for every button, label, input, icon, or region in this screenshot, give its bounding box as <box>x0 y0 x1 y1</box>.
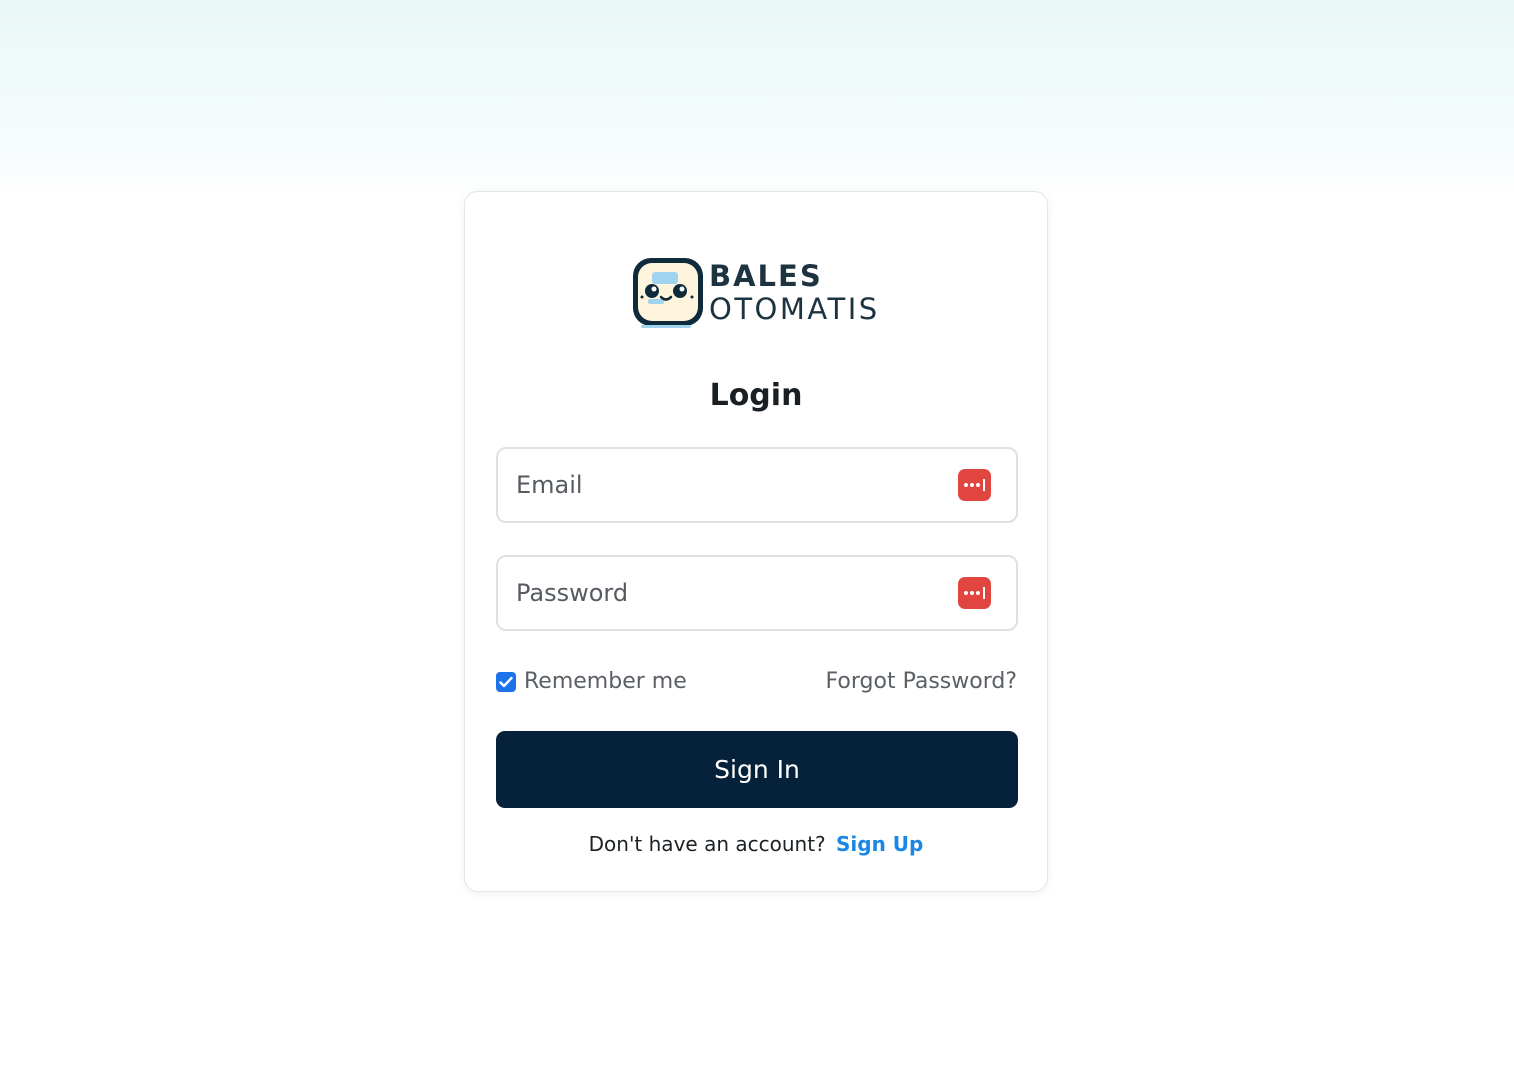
email-input[interactable] <box>498 449 956 521</box>
password-manager-icon[interactable] <box>958 469 991 501</box>
email-field[interactable] <box>496 447 1018 523</box>
remember-me-label: Remember me <box>524 669 687 694</box>
password-field[interactable] <box>496 555 1018 631</box>
brand-logo: BALES OTOMATIS <box>630 255 880 331</box>
forgot-password-link[interactable]: Forgot Password? <box>826 669 1017 694</box>
page: BALES OTOMATIS Login Email Remember me F… <box>0 0 1514 1068</box>
remember-me-checkbox[interactable] <box>496 671 516 692</box>
robot-face-icon <box>633 258 703 328</box>
sign-in-button[interactable]: Sign In <box>496 731 1018 808</box>
password-manager-icon[interactable] <box>958 577 991 609</box>
signup-prompt-text: Don't have an account? <box>588 832 826 856</box>
checkmark-icon <box>499 676 513 687</box>
login-card: BALES OTOMATIS Login Email Remember me F… <box>464 191 1048 892</box>
brand-wordmark: BALES OTOMATIS <box>709 262 880 324</box>
remember-me[interactable]: Remember me <box>496 669 687 694</box>
brand-name-line1: BALES <box>709 259 823 293</box>
signup-prompt-row: Don't have an account? Sign Up <box>465 832 1047 856</box>
brand-name-line2: OTOMATIS <box>709 292 880 326</box>
page-title: Login <box>709 378 803 413</box>
sign-up-link[interactable]: Sign Up <box>836 832 923 856</box>
password-input[interactable] <box>498 557 956 629</box>
